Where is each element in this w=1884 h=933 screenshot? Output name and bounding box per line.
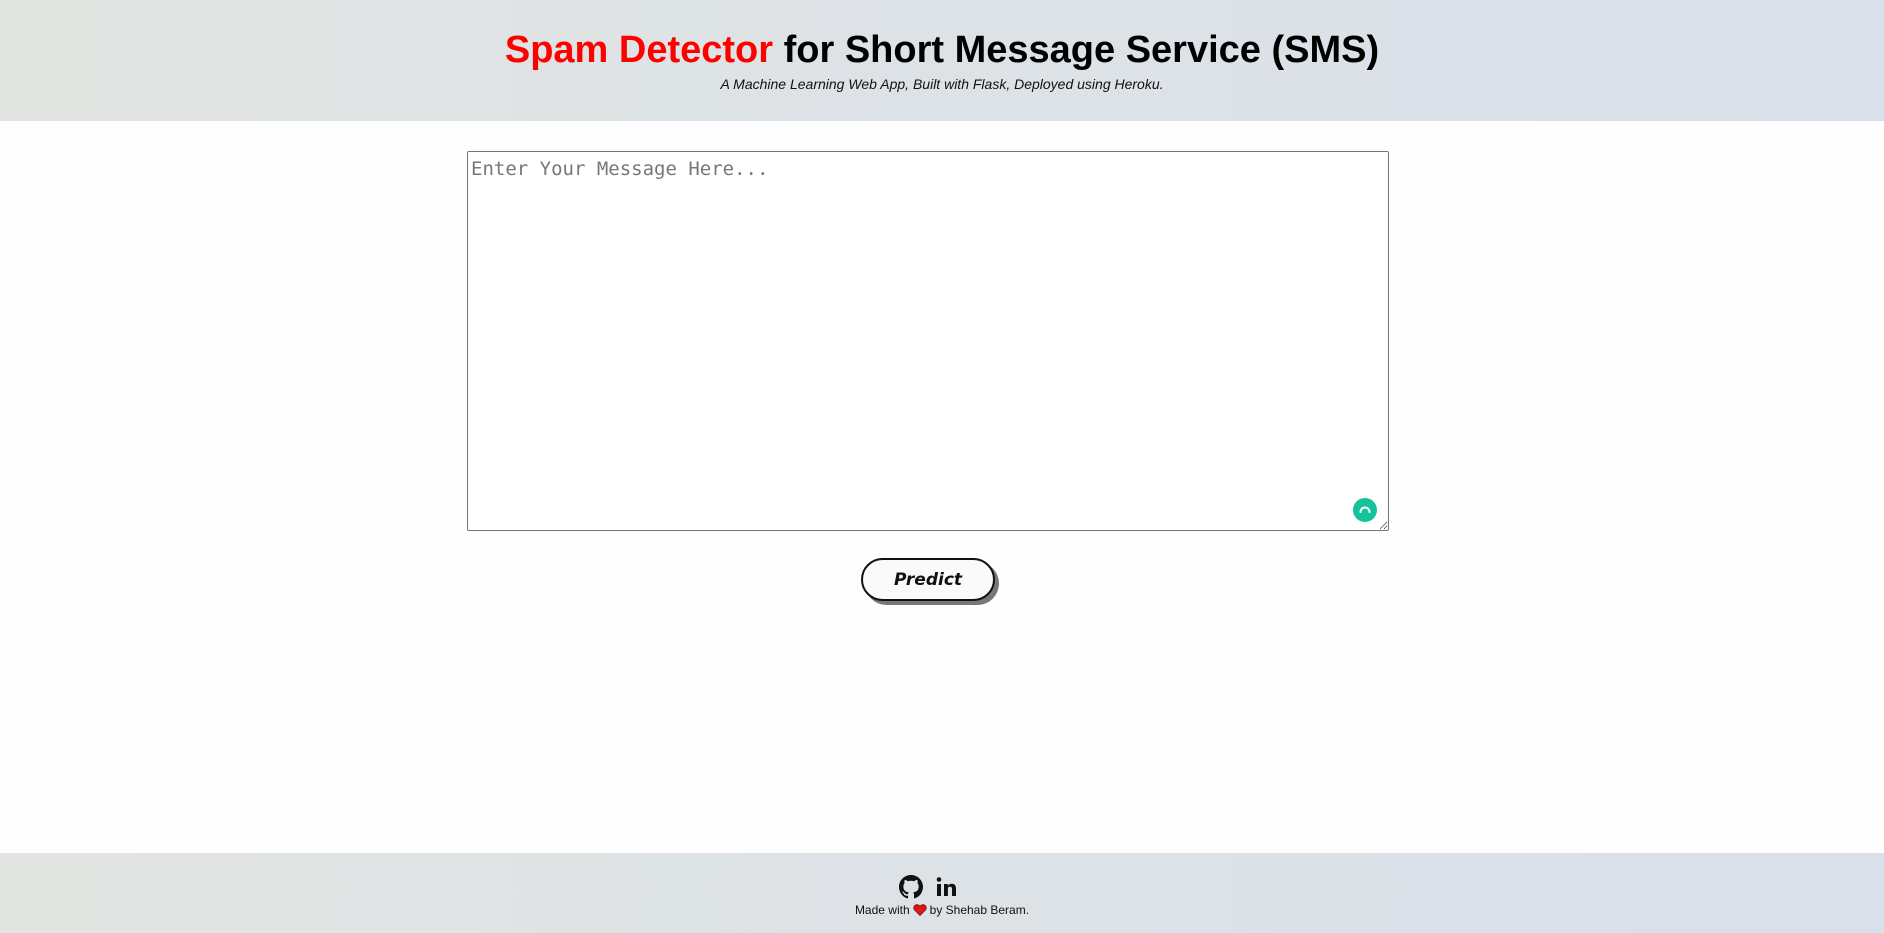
- linkedin-icon: [936, 877, 956, 896]
- page-header: Spam Detector for Short Message Service …: [0, 0, 1884, 121]
- github-icon: [899, 875, 923, 899]
- title-accent: Spam Detector: [504, 29, 774, 71]
- page-title: Spam Detector for Short Message Service …: [0, 27, 1884, 73]
- linkedin-link[interactable]: [934, 875, 958, 899]
- title-rest: for Short Message Service (SMS): [773, 29, 1380, 71]
- page-subtitle: A Machine Learning Web App, Built with F…: [720, 76, 1164, 92]
- heart-icon: [913, 904, 927, 920]
- predict-button[interactable]: Predict: [861, 558, 995, 601]
- page-footer: Made with by Shehab Beram.: [0, 853, 1884, 933]
- message-input[interactable]: [467, 151, 1389, 531]
- footer-credit: Made with by Shehab Beram.: [0, 902, 1884, 920]
- grammarly-icon[interactable]: [1353, 498, 1377, 522]
- github-link[interactable]: [899, 875, 923, 899]
- credit-prefix: Made with: [854, 903, 910, 917]
- credit-suffix: by Shehab Beram.: [929, 903, 1030, 917]
